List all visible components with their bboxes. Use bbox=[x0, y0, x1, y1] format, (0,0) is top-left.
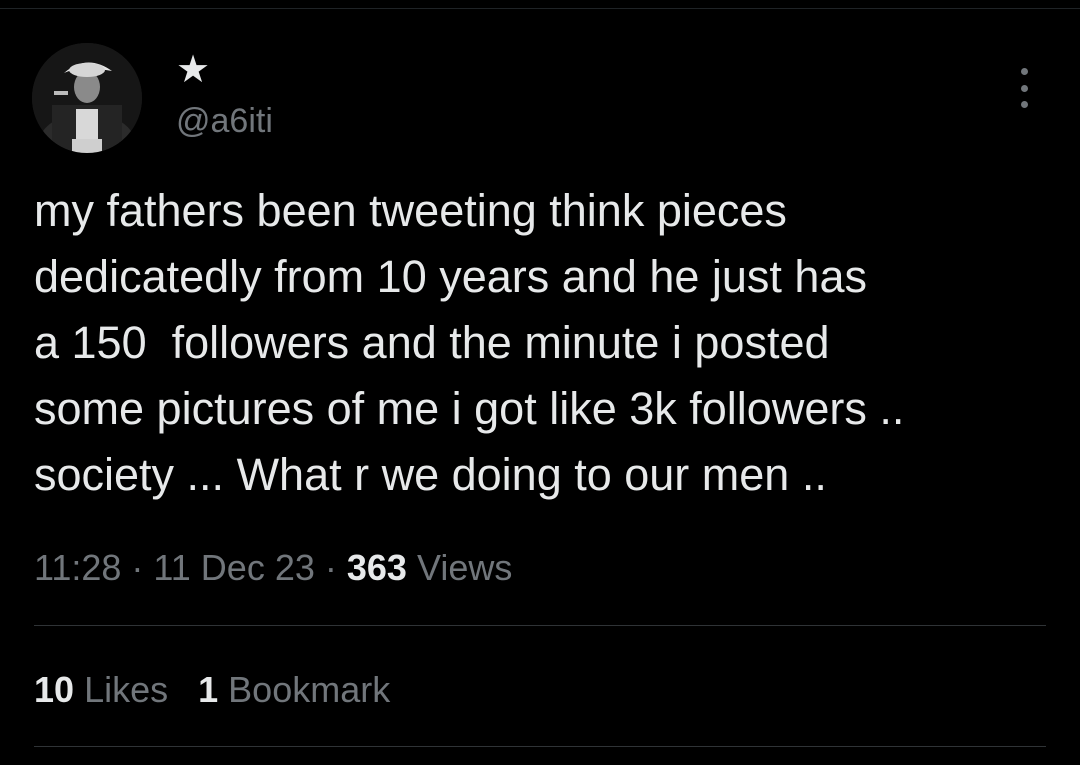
likes-count: 10 bbox=[34, 669, 75, 710]
tweet-card: ★ @a6iti my fathers been tweeting think … bbox=[0, 0, 1080, 765]
tweet-date[interactable]: 11 Dec 23 bbox=[153, 547, 314, 588]
views-label: Views bbox=[416, 547, 513, 588]
tweet-line: society ... What r we doing to our men .… bbox=[34, 449, 827, 500]
bookmarks-label: Bookmark bbox=[228, 669, 391, 710]
more-dot-icon bbox=[1020, 84, 1028, 92]
divider bbox=[34, 625, 1046, 626]
tweet-line: my fathers been tweeting think pieces bbox=[34, 185, 787, 236]
avatar[interactable] bbox=[32, 43, 142, 153]
display-name[interactable]: ★ bbox=[176, 48, 210, 92]
bookmarks-stat[interactable]: 1 Bookmark bbox=[198, 668, 390, 712]
tweet-line: some pictures of me i got like 3k follow… bbox=[34, 383, 905, 434]
tweet-text: my fathers been tweeting think pieces de… bbox=[34, 178, 1044, 508]
divider bbox=[34, 746, 1046, 747]
engagement-stats: 10 Likes 1 Bookmark bbox=[34, 668, 420, 712]
more-dot-icon bbox=[1020, 101, 1028, 108]
avatar-image bbox=[32, 43, 142, 153]
meta-separator: · bbox=[314, 547, 347, 588]
likes-stat[interactable]: 10 Likes bbox=[34, 668, 168, 712]
meta-separator: · bbox=[121, 547, 154, 588]
tweet-line: dedicatedly from 10 years and he just ha… bbox=[34, 251, 867, 302]
more-options-button[interactable] bbox=[1004, 66, 1044, 110]
tweet-meta: 11:28 · 11 Dec 23 · 363 Views bbox=[34, 546, 512, 590]
likes-label: Likes bbox=[84, 669, 169, 710]
bookmarks-count: 1 bbox=[198, 669, 219, 710]
views-count: 363 bbox=[346, 547, 407, 588]
more-dot-icon bbox=[1020, 68, 1028, 75]
tweet-time[interactable]: 11:28 bbox=[34, 547, 121, 588]
user-handle[interactable]: @a6iti bbox=[176, 101, 273, 141]
tweet-line: a 150 followers and the minute i posted bbox=[34, 317, 830, 368]
